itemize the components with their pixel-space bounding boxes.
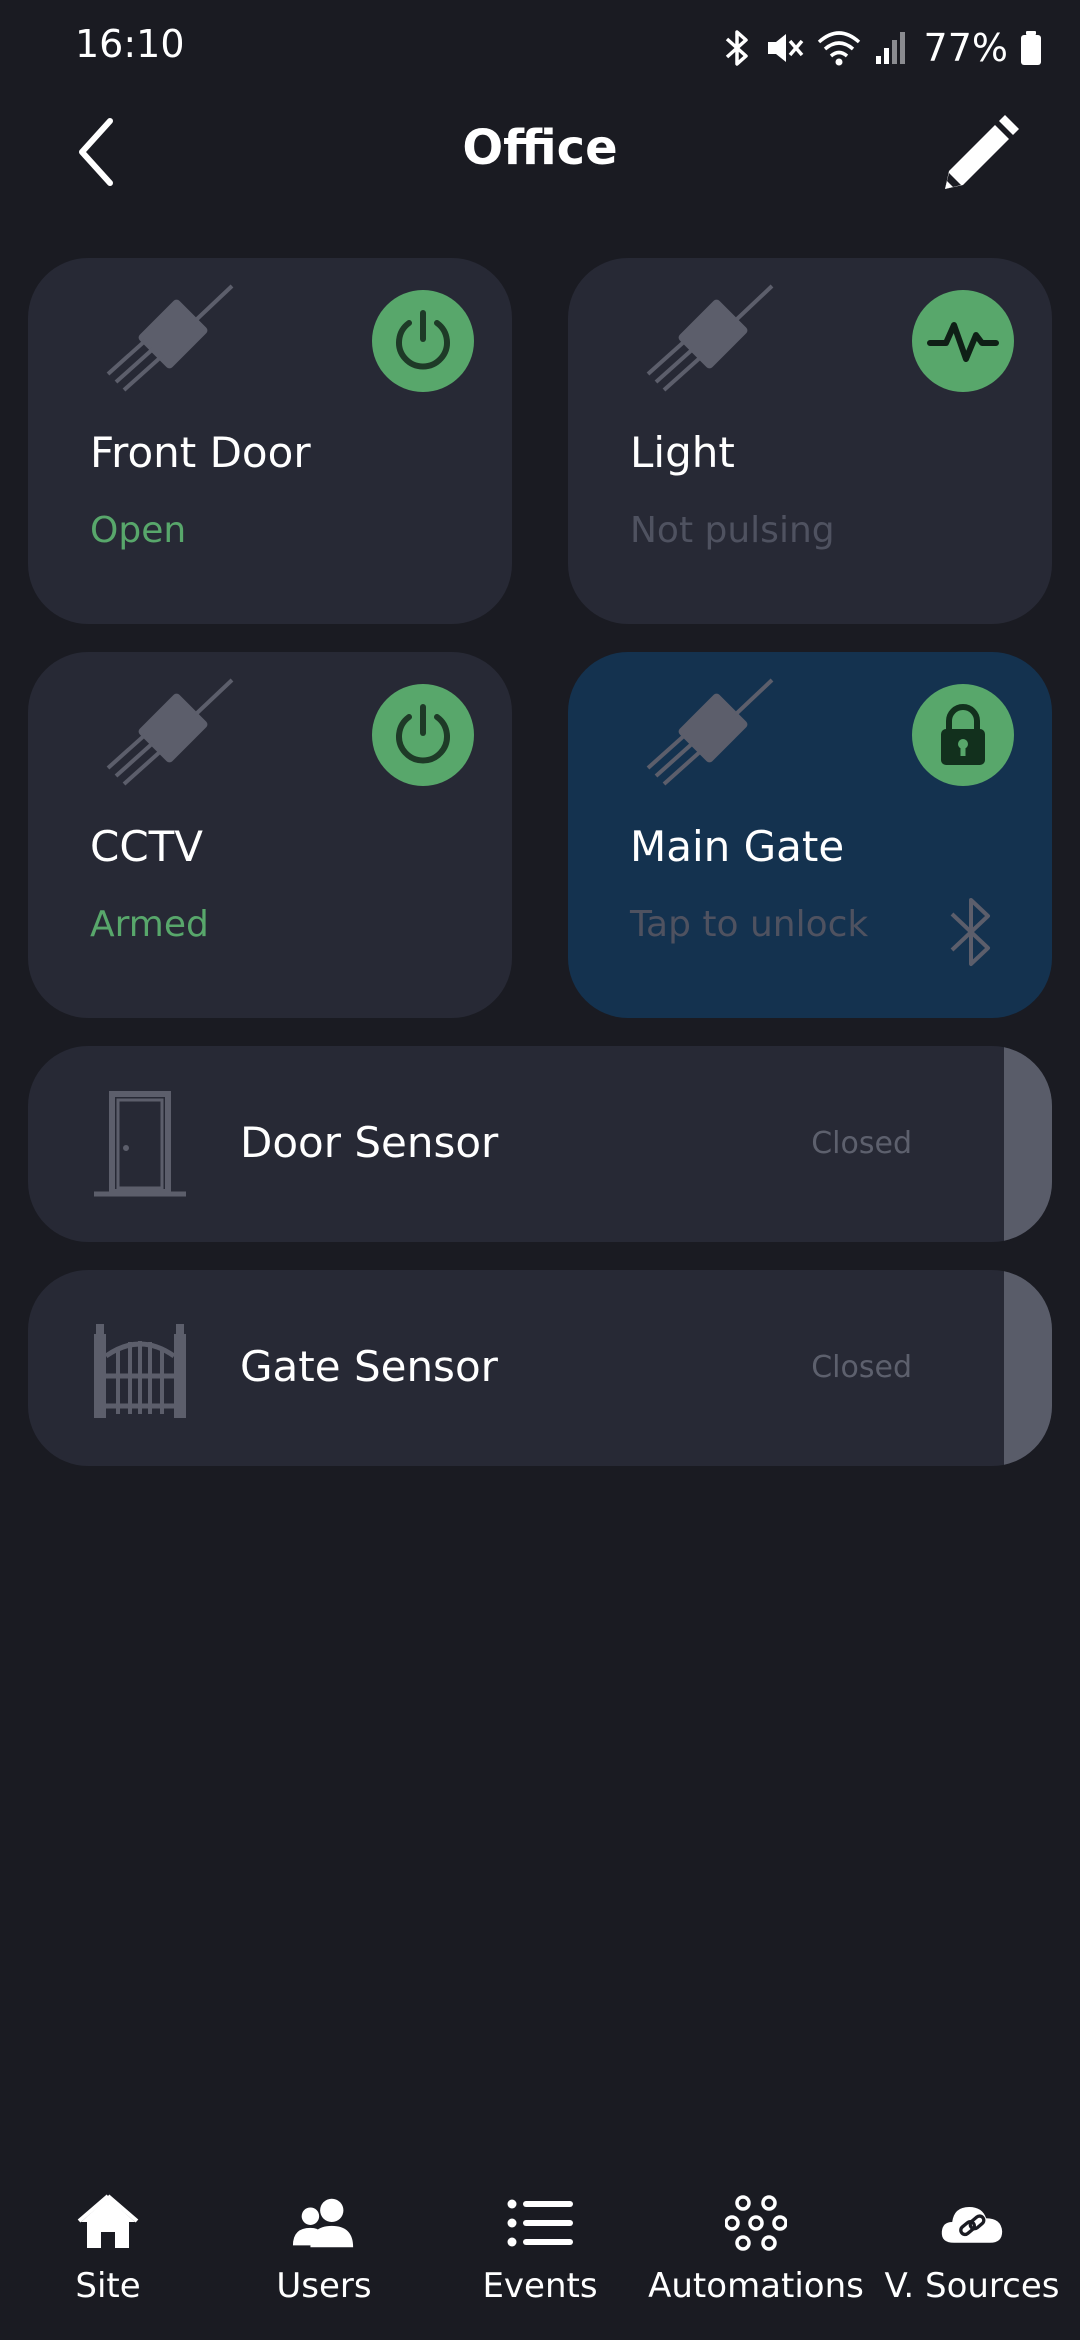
list-icon [507,2199,573,2247]
battery-percentage: 77% [923,26,1008,70]
signal-icon [875,32,905,64]
tile-status: Open [90,510,187,551]
status-icons: 77% [722,24,1042,72]
door-icon [94,1091,186,1197]
cctv-power-button[interactable] [372,684,474,786]
nav-label: Users [276,2266,372,2306]
sensor-row-door[interactable]: Door Sensor Closed [28,1046,1052,1242]
wifi-icon [817,31,860,66]
edit-button[interactable] [934,110,1024,200]
tile-cctv[interactable]: CCTV Armed [28,652,512,1018]
home-icon [77,2194,139,2248]
front-door-power-button[interactable] [372,290,474,392]
users-icon [292,2198,354,2248]
nav-item-automations[interactable]: Automations [648,2160,864,2340]
sensor-name: Gate Sensor [240,1342,498,1391]
page-header: Office [0,96,1080,208]
power-icon [396,704,450,764]
tile-status: Not pulsing [630,510,835,551]
bottom-nav: Site Users Events Automations V. Sources [0,2160,1080,2340]
bluetooth-icon [725,30,748,66]
nav-item-v-sources[interactable]: V. Sources [864,2160,1080,2340]
relay-device-icon [646,678,774,786]
nav-label: V. Sources [884,2266,1060,2306]
bluetooth-icon [950,898,990,966]
lock-icon [941,704,985,765]
main-gate-lock-button[interactable] [912,684,1014,786]
tile-status: Tap to unlock [630,904,869,945]
sensor-state: Closed [811,1126,912,1161]
nav-item-events[interactable]: Events [432,2160,648,2340]
light-pulse-button[interactable] [912,290,1014,392]
status-bar: 16:10 77% [0,0,1080,96]
battery-icon [1021,31,1041,65]
app-screen: 16:10 77% Office Front Door Open Light N… [0,0,1080,2340]
relay-device-icon [106,678,234,786]
pulse-icon [927,322,999,362]
relay-device-icon [646,284,774,392]
nav-item-users[interactable]: Users [216,2160,432,2340]
page-title: Office [462,120,618,176]
nav-label: Automations [648,2266,864,2306]
tile-main-gate[interactable]: Main Gate Tap to unlock [568,652,1052,1018]
sensor-row-gate[interactable]: Gate Sensor Closed [28,1270,1052,1466]
gate-icon [94,1324,186,1418]
sensor-name: Door Sensor [240,1118,499,1167]
tile-status: Armed [90,904,209,945]
tile-name: Light [630,428,735,477]
cloud-link-icon [941,2206,1003,2243]
pencil-icon [945,115,1019,189]
sensor-state: Closed [811,1350,912,1385]
tile-name: Front Door [90,428,311,477]
tile-name: CCTV [90,822,204,871]
tile-name: Main Gate [630,822,845,871]
automations-icon [725,2195,787,2251]
status-time: 16:10 [75,22,185,66]
relay-device-icon [106,284,234,392]
nav-item-site[interactable]: Site [0,2160,216,2340]
mute-icon [767,34,803,62]
power-icon [396,310,450,370]
nav-label: Site [75,2266,141,2306]
sensor-state-bar [1004,1046,1052,1242]
tile-front-door[interactable]: Front Door Open [28,258,512,624]
tile-light[interactable]: Light Not pulsing [568,258,1052,624]
sensor-state-bar [1004,1270,1052,1466]
nav-label: Events [482,2266,598,2306]
